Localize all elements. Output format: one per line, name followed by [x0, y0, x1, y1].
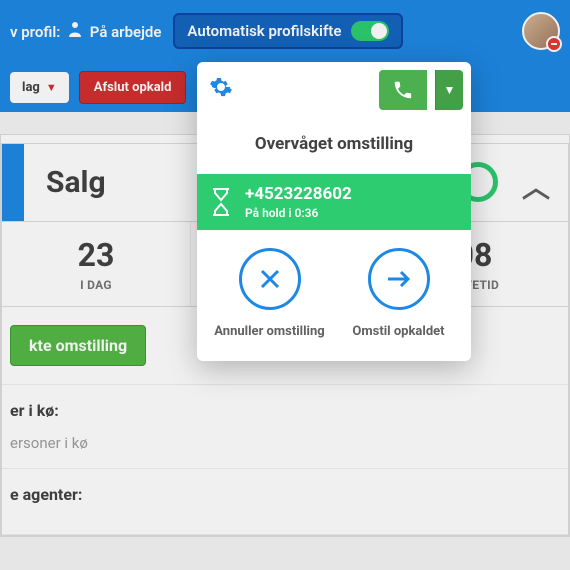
dnd-badge-icon	[546, 36, 562, 52]
chevron-down-icon: ▼	[46, 81, 57, 94]
hold-banner: +4523228602 På hold i 0:36	[197, 174, 471, 230]
agents-section: e agenter:	[2, 469, 568, 535]
stat-value: 23	[6, 236, 186, 274]
direct-transfer-button[interactable]: kte omstilling	[10, 325, 146, 366]
person-icon	[68, 21, 82, 41]
hold-status: På hold i 0:36	[245, 206, 352, 220]
call-dropdown-button[interactable]: ▼	[435, 70, 463, 110]
auto-profile-switch-label: Automatisk profilskifte	[187, 22, 341, 40]
auto-profile-switch[interactable]: Automatisk profilskifte	[173, 13, 403, 49]
cancel-transfer-label: Annuller omstilling	[205, 324, 334, 339]
phone-icon	[392, 79, 414, 101]
queue-empty-text: ersoner i kø	[10, 434, 560, 452]
tag-dropdown-label: lag	[22, 80, 40, 95]
active-profile-label: v profil: På arbejde	[10, 21, 161, 41]
transfer-popup: ▼ Overvåget omstilling +4523228602 På ho…	[197, 62, 471, 361]
chevron-up-icon[interactable]: ︿	[522, 166, 550, 206]
confirm-transfer-button[interactable]: Omstil opkaldet	[334, 248, 463, 339]
top-bar: v profil: På arbejde Automatisk profilsk…	[0, 0, 570, 62]
popup-actions: Annuller omstilling Omstil opkaldet	[197, 230, 471, 361]
queue-section: er i kø: ersoner i kø	[2, 385, 568, 469]
arrow-right-icon	[368, 248, 430, 310]
stat-label: I DAG	[6, 278, 186, 292]
toggle-on-icon[interactable]	[351, 21, 389, 41]
call-button[interactable]	[379, 70, 427, 110]
chevron-down-icon: ▼	[444, 83, 456, 97]
hold-number: +4523228602	[245, 184, 352, 204]
close-icon	[239, 248, 301, 310]
hourglass-icon	[209, 187, 233, 217]
avatar[interactable]	[522, 12, 560, 50]
end-call-button[interactable]: Afslut opkald	[79, 71, 187, 104]
agents-section-title: e agenter:	[10, 485, 560, 504]
confirm-transfer-label: Omstil opkaldet	[334, 324, 463, 339]
popup-title: Overvåget omstilling	[197, 118, 471, 174]
queue-section-title: er i kø:	[10, 401, 560, 420]
popup-toolbar: ▼	[197, 62, 471, 118]
cancel-transfer-button[interactable]: Annuller omstilling	[205, 248, 334, 339]
gear-icon[interactable]	[209, 75, 233, 105]
queue-color-bar	[2, 144, 24, 221]
stat-calls-today: 23 I DAG	[2, 222, 190, 306]
tag-dropdown[interactable]: lag ▼	[10, 72, 69, 103]
queue-name: Salg	[46, 165, 106, 200]
